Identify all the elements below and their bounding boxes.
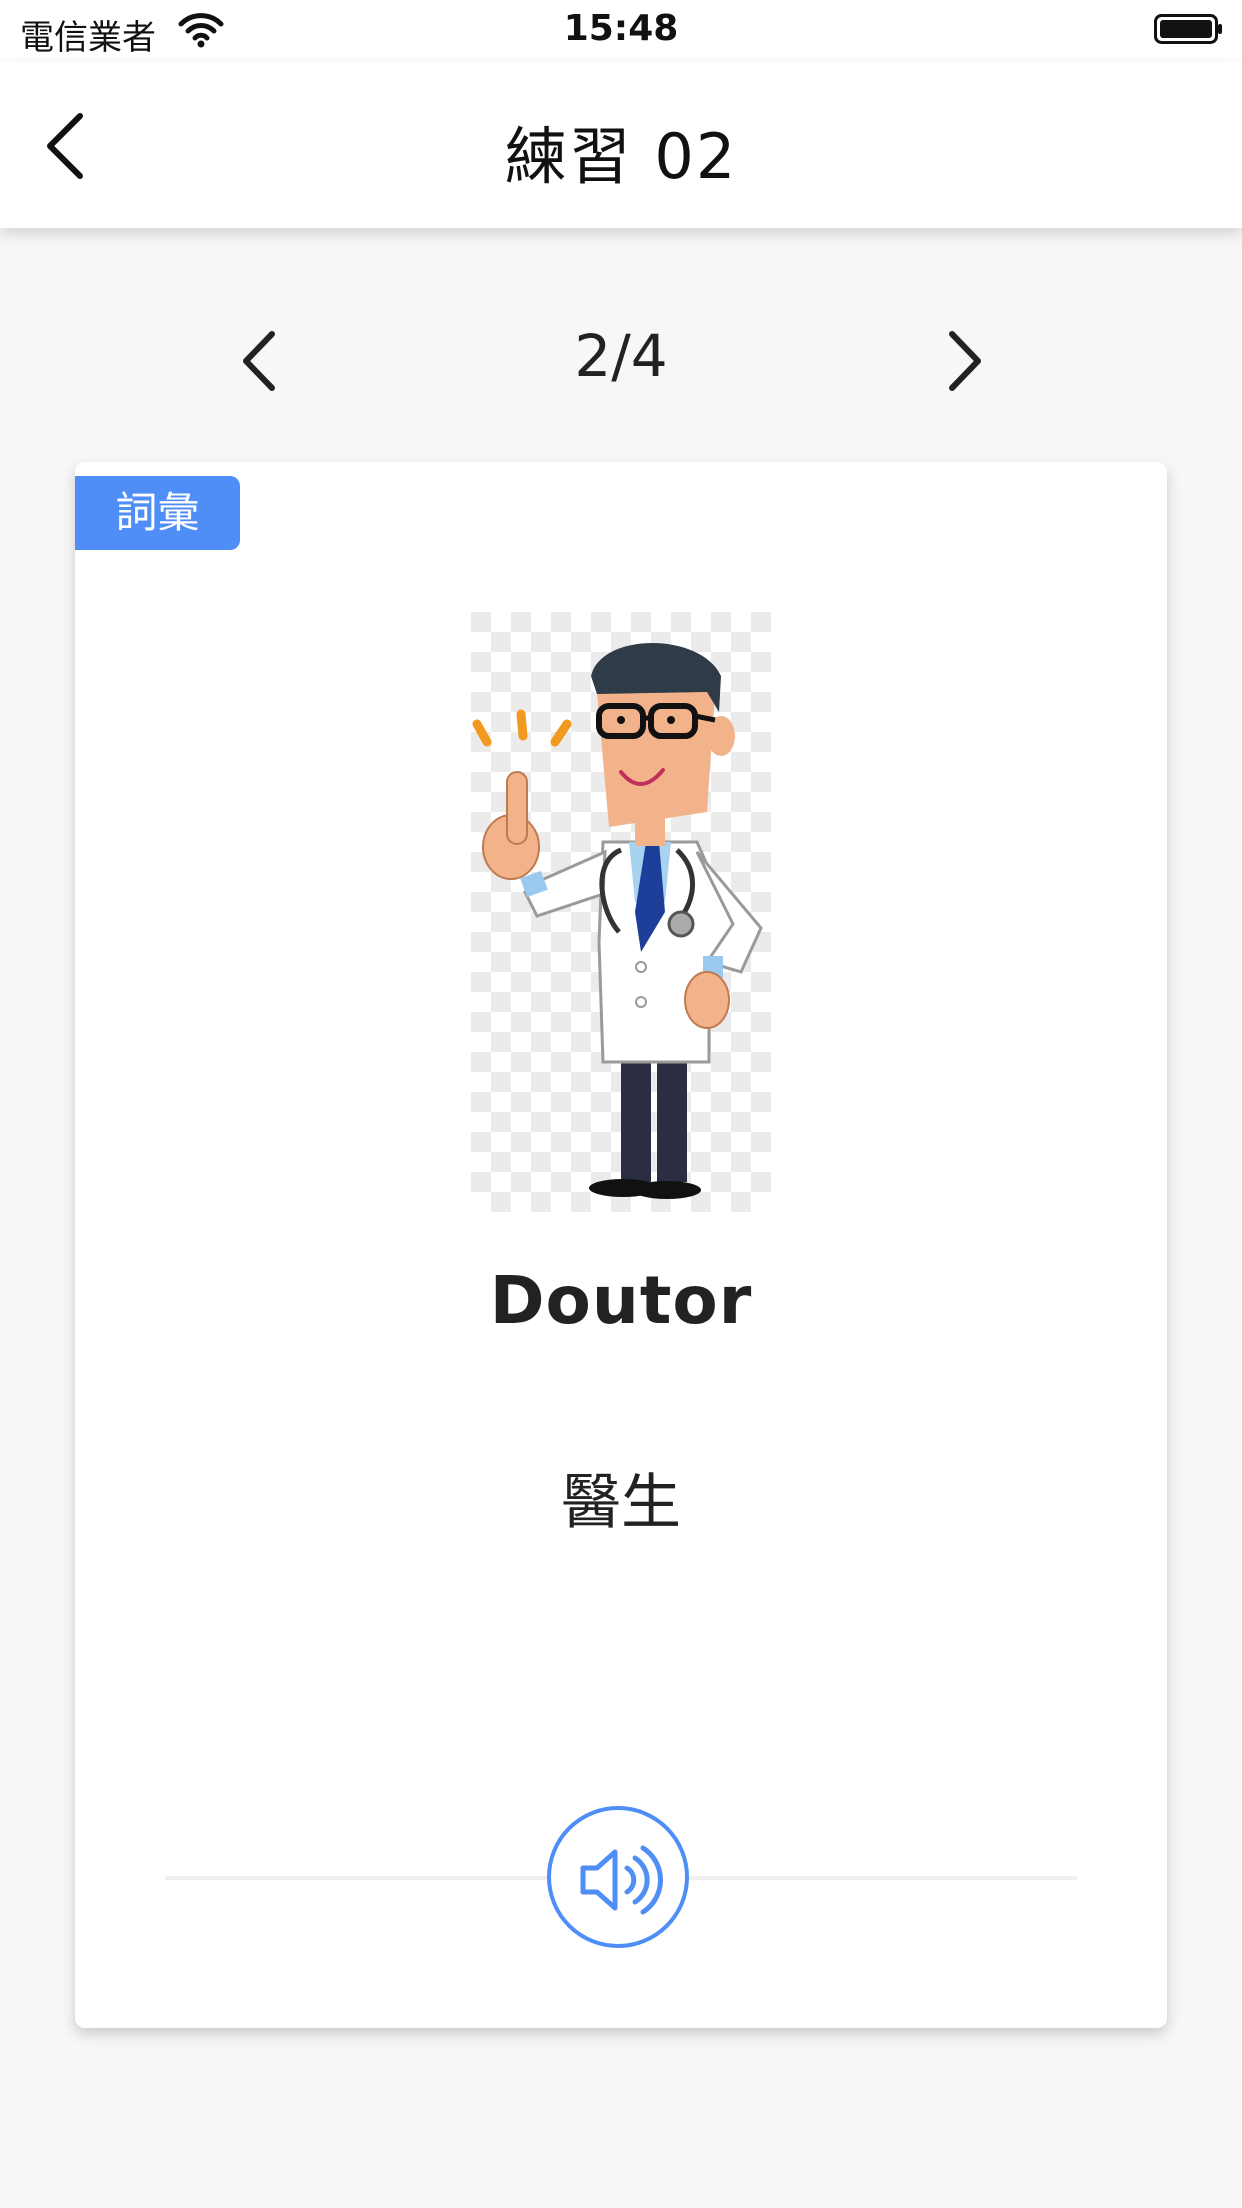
chevron-right-icon	[949, 331, 981, 391]
speaker-icon	[580, 1845, 663, 1915]
battery-icon	[1154, 14, 1222, 44]
vocabulary-card: 詞彙 Doutor 醫生	[75, 462, 1167, 2028]
vocabulary-word: Doutor	[489, 1262, 753, 1339]
doctor-illustration	[471, 612, 771, 1212]
word-translation: 醫生	[561, 1468, 681, 1538]
navigation-bar: 練習 02	[0, 62, 1242, 228]
status-bar: 電信業者 15:48	[0, 0, 1242, 62]
status-time: 15:48	[563, 8, 679, 49]
next-page-button[interactable]	[936, 326, 990, 396]
category-tag: 詞彙	[75, 476, 240, 550]
play-audio-button[interactable]	[547, 1806, 689, 1948]
page-title: 練習 02	[504, 120, 738, 193]
page-counter: 2/4	[574, 322, 668, 390]
